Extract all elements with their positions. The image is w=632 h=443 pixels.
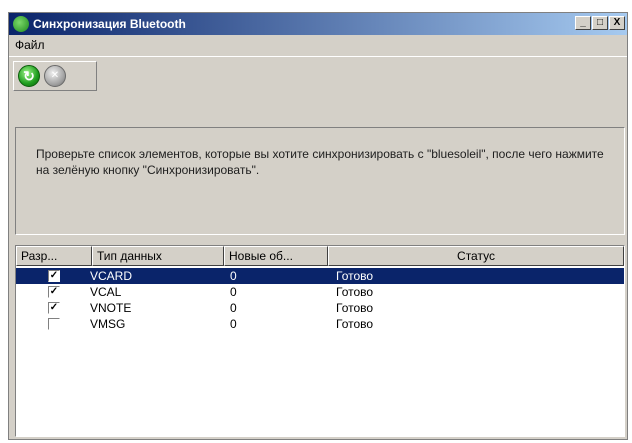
column-header-status[interactable]: Статус xyxy=(328,246,624,266)
column-header-data-type[interactable]: Тип данных xyxy=(92,246,224,266)
table-row[interactable]: ✓ VNOTE 0 Готово xyxy=(16,300,624,316)
row-data-type: VCAL xyxy=(90,285,122,299)
column-header-new-objects[interactable]: Новые об... xyxy=(224,246,328,266)
row-new-objects: 0 xyxy=(230,269,237,283)
menu-bar: Файл xyxy=(9,35,627,55)
bluetooth-sync-window: Синхронизация Bluetooth _ □ X Файл Прове… xyxy=(8,12,628,440)
close-button[interactable]: X xyxy=(609,16,625,30)
row-data-type: VNOTE xyxy=(90,301,132,315)
list-header: Разр... Тип данных Новые об... Статус xyxy=(16,246,624,266)
row-new-objects: 0 xyxy=(230,285,237,299)
sync-icon[interactable] xyxy=(18,65,40,87)
row-checkbox[interactable]: ✓ xyxy=(48,270,60,282)
row-data-type: VMSG xyxy=(90,317,126,331)
table-row[interactable]: ✓ VCARD 0 Готово xyxy=(16,268,624,284)
toolbar xyxy=(9,56,627,97)
sync-items-list[interactable]: Разр... Тип данных Новые об... Статус ✓ … xyxy=(15,245,625,437)
row-status: Готово xyxy=(336,285,374,299)
row-data-type: VCARD xyxy=(90,269,133,283)
row-checkbox[interactable] xyxy=(48,318,60,330)
bluetooth-app-icon xyxy=(13,16,29,32)
row-checkbox[interactable]: ✓ xyxy=(48,286,60,298)
row-new-objects: 0 xyxy=(230,301,237,315)
table-row[interactable]: VMSG 0 Готово xyxy=(16,316,624,332)
maximize-button[interactable]: □ xyxy=(592,16,608,30)
title-bar[interactable]: Синхронизация Bluetooth _ □ X xyxy=(9,13,627,35)
window-title: Синхронизация Bluetooth xyxy=(33,17,186,31)
row-status: Готово xyxy=(336,301,374,315)
table-row[interactable]: ✓ VCAL 0 Готово xyxy=(16,284,624,300)
menu-file[interactable]: Файл xyxy=(15,38,45,52)
row-status: Готово xyxy=(336,269,374,283)
column-header-enabled[interactable]: Разр... xyxy=(16,246,92,266)
minimize-button[interactable]: _ xyxy=(575,16,591,30)
info-text: Проверьте список элементов, которые вы х… xyxy=(36,147,604,177)
row-checkbox[interactable]: ✓ xyxy=(48,302,60,314)
row-new-objects: 0 xyxy=(230,317,237,331)
cancel-icon[interactable] xyxy=(44,65,66,87)
row-status: Готово xyxy=(336,317,374,331)
toolbar-frame xyxy=(13,61,97,91)
info-panel: Проверьте список элементов, которые вы х… xyxy=(15,127,625,235)
